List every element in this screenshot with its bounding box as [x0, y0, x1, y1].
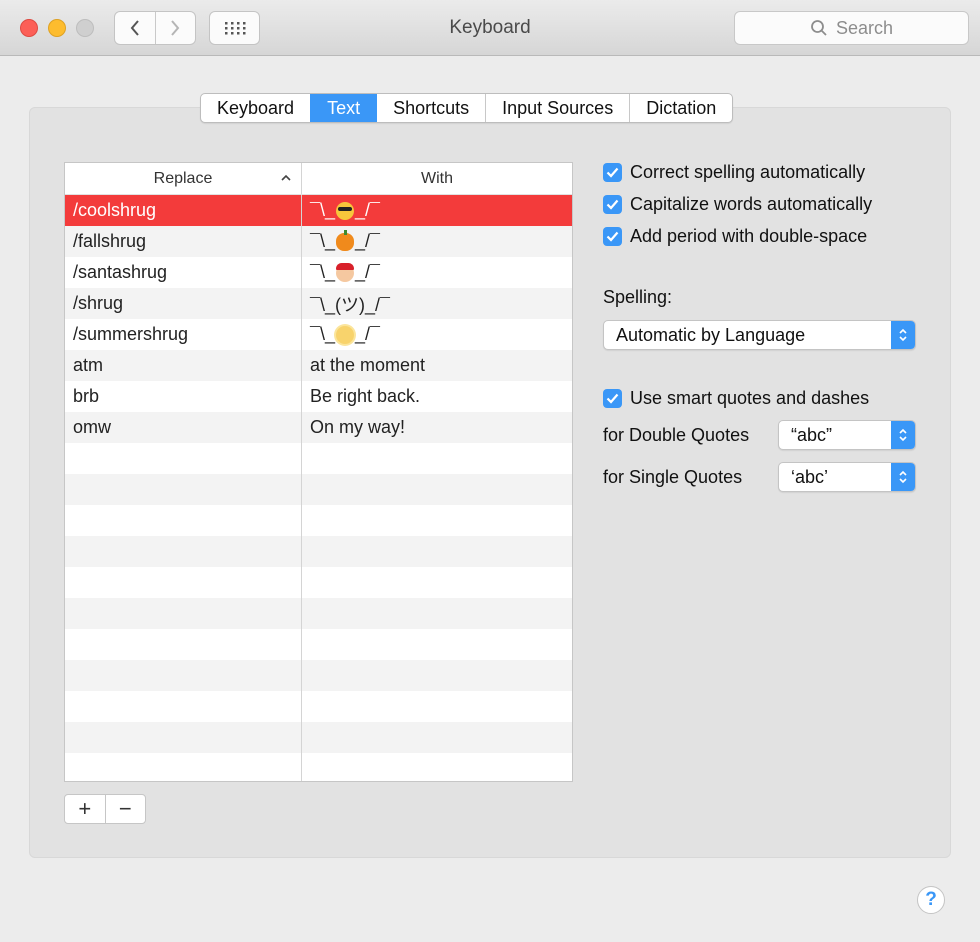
table-row[interactable]: omw On my way! [65, 412, 572, 443]
single-quotes-label: for Single Quotes [603, 467, 743, 487]
table-row[interactable]: /summershrug ¯\_ _/¯ [65, 319, 572, 350]
tab-bar: Keyboard Text Shortcuts Input Sources Di… [200, 93, 734, 123]
sun-with-face-icon [335, 325, 354, 344]
with-cell: at the moment [310, 355, 426, 375]
single-quotes-select-value: ‘abc’ [791, 466, 829, 487]
tab-keyboard[interactable]: Keyboard [201, 94, 310, 122]
table-row[interactable]: /shrug ¯\_(ツ)_/¯ [65, 288, 572, 319]
spelling-select[interactable]: Automatic by Language [603, 320, 916, 350]
search-input[interactable]: Search [734, 11, 969, 45]
table-body: /coolshrug ¯\_ _/¯ /fallshrug ¯\_ _/¯ /san… [65, 195, 572, 781]
with-text-prefix: ¯\_ [310, 200, 335, 220]
tab-input-sources[interactable]: Input Sources [485, 94, 629, 122]
correct-spelling-label: Correct spelling automatically [630, 162, 866, 182]
column-divider [301, 195, 302, 781]
with-text-suffix: _/¯ [354, 231, 380, 251]
empty-row [65, 536, 572, 567]
empty-row [65, 691, 572, 722]
checkmark-icon [603, 227, 622, 246]
remove-button[interactable]: − [104, 795, 146, 823]
santa-claus-icon [335, 262, 354, 282]
with-text-suffix: _/¯ [354, 200, 380, 220]
replace-cell: atm [73, 355, 104, 375]
with-cell: ¯\_ _/¯ [302, 195, 572, 226]
table-row[interactable]: atm at the moment [65, 350, 572, 381]
up-down-chevron-icon [891, 321, 915, 349]
spelling-label: Spelling: [603, 287, 673, 307]
text-replacement-table[interactable]: Replace With /coolshrug ¯\_ _/¯ /fallshru… [64, 162, 573, 782]
empty-row [65, 722, 572, 753]
add-button[interactable]: + [65, 795, 105, 823]
empty-row [65, 753, 572, 781]
tab-shortcuts[interactable]: Shortcuts [376, 94, 485, 122]
jack-o-lantern-icon [335, 229, 354, 251]
help-button[interactable]: ? [917, 886, 945, 914]
with-cell: ¯\_ _/¯ [302, 257, 572, 288]
empty-row [65, 474, 572, 505]
single-quotes-select[interactable]: ‘abc’ [778, 462, 916, 492]
with-text-prefix: ¯\_ [310, 324, 335, 344]
table-row[interactable]: /fallshrug ¯\_ _/¯ [65, 226, 572, 257]
replace-cell: brb [73, 386, 100, 406]
replace-cell: /fallshrug [73, 231, 147, 251]
smiling-face-with-sunglasses-icon [335, 201, 354, 220]
table-row[interactable]: brb Be right back. [65, 381, 572, 412]
with-text-suffix: _/¯ [354, 262, 380, 282]
with-cell: ¯\_ _/¯ [302, 319, 572, 350]
empty-row [65, 629, 572, 660]
column-header-replace-label: Replace [153, 169, 213, 187]
double-quotes-label: for Double Quotes [603, 425, 750, 445]
double-space-period-label: Add period with double-space [630, 226, 868, 246]
with-cell: ¯\_(ツ)_/¯ [310, 294, 390, 315]
column-header-replace[interactable]: Replace [65, 163, 302, 194]
checkmark-icon [603, 195, 622, 214]
empty-row [65, 598, 572, 629]
replace-cell: /summershrug [73, 324, 189, 344]
double-quotes-select-value: “abc” [791, 424, 833, 445]
capitalize-words-label: Capitalize words automatically [630, 194, 873, 214]
double-space-period-checkbox[interactable]: Add period with double-space [603, 226, 867, 247]
sort-ascending-icon [281, 174, 291, 181]
empty-row [65, 505, 572, 536]
with-cell: ¯\_ _/¯ [302, 226, 572, 257]
replace-cell: /coolshrug [73, 200, 157, 220]
column-header-with[interactable]: With [302, 163, 572, 194]
up-down-chevron-icon [891, 463, 915, 491]
checkmark-icon [603, 389, 622, 408]
smart-quotes-label: Use smart quotes and dashes [630, 388, 870, 408]
smart-quotes-checkbox[interactable]: Use smart quotes and dashes [603, 388, 869, 409]
add-remove-control: + − [64, 794, 146, 824]
empty-row [65, 443, 572, 474]
with-text-prefix: ¯\_ [310, 262, 335, 282]
checkmark-icon [603, 163, 622, 182]
with-cell: Be right back. [310, 386, 421, 406]
tab-text[interactable]: Text [310, 94, 377, 122]
replace-cell: /santashrug [73, 262, 168, 282]
title-bar: Keyboard Search [0, 0, 980, 56]
spelling-select-value: Automatic by Language [616, 324, 806, 345]
correct-spelling-checkbox[interactable]: Correct spelling automatically [603, 162, 865, 183]
table-row[interactable]: /coolshrug ¯\_ _/¯ [65, 195, 572, 226]
search-placeholder: Search [835, 17, 894, 38]
capitalize-words-checkbox[interactable]: Capitalize words automatically [603, 194, 872, 215]
with-text-suffix: _/¯ [354, 324, 380, 344]
empty-row [65, 660, 572, 691]
table-header: Replace With [65, 163, 572, 195]
with-cell: On my way! [310, 417, 406, 437]
table-row[interactable]: /santashrug ¯\_ _/¯ [65, 257, 572, 288]
tab-dictation[interactable]: Dictation [629, 94, 732, 122]
double-quotes-select[interactable]: “abc” [778, 420, 916, 450]
with-text-prefix: ¯\_ [310, 231, 335, 251]
search-icon [811, 20, 827, 36]
empty-row [65, 567, 572, 598]
up-down-chevron-icon [891, 421, 915, 449]
replace-cell: omw [73, 417, 112, 437]
replace-cell: /shrug [73, 293, 124, 313]
